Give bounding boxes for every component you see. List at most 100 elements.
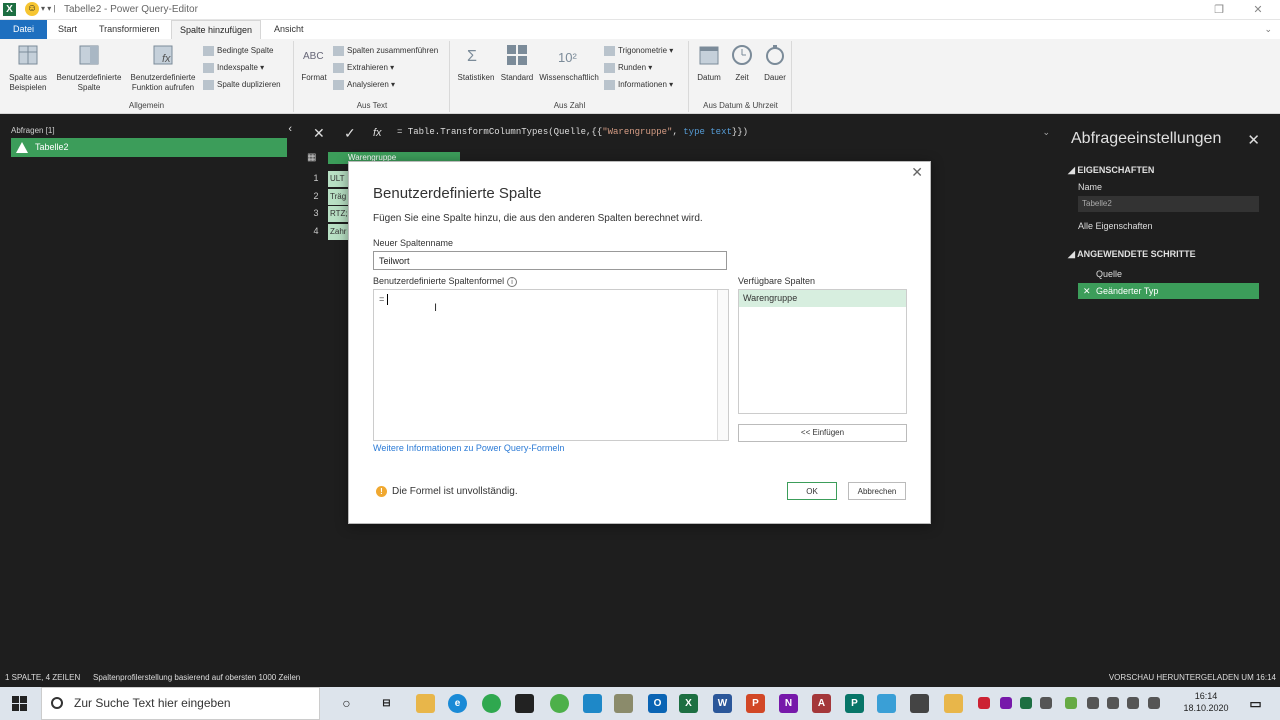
cortana-icon[interactable]: ○ (337, 694, 356, 713)
close-window-icon[interactable]: ✕ (1250, 2, 1266, 18)
app-icon[interactable] (614, 694, 633, 713)
parse-button[interactable]: Analysieren ▾ (333, 78, 395, 92)
publisher-icon[interactable]: P (845, 694, 864, 713)
ok-button[interactable]: OK (787, 482, 837, 500)
taskbar-clock[interactable]: 16:14 18.10.2020 (1181, 690, 1231, 714)
scientific-label: Wissenschaftlich (539, 73, 599, 82)
extract-icon (333, 62, 344, 73)
date-button[interactable]: Datum (694, 43, 724, 83)
notifications-icon[interactable]: ▭ (1246, 694, 1265, 713)
chrome-icon[interactable] (482, 694, 501, 713)
status-bar: 1 SPALTE, 4 ZEILEN Spaltenprofilerstellu… (0, 668, 1280, 687)
restore-icon[interactable]: ❐ (1211, 2, 1227, 18)
extract-button[interactable]: Extrahieren ▾ (333, 61, 394, 75)
app-icon[interactable] (877, 694, 896, 713)
file-explorer-icon[interactable] (416, 694, 435, 713)
tab-ansicht[interactable]: Ansicht (266, 20, 312, 39)
stopwatch-icon (766, 45, 784, 65)
cancel-button[interactable]: Abbrechen (848, 482, 906, 500)
delete-step-icon[interactable]: ✕ (1083, 283, 1091, 299)
status-profiling[interactable]: Spaltenprofilerstellung basierend auf ob… (93, 668, 300, 687)
ribbon: Spalte aus Beispielen Benutzerdefinierte… (0, 39, 1280, 114)
tray-icon[interactable] (1087, 697, 1099, 709)
outlook-icon[interactable]: O (648, 694, 667, 713)
collapse-panel-icon[interactable]: ‹ (288, 123, 292, 135)
conditional-column-button[interactable]: Bedingte Spalte (203, 44, 274, 58)
custom-formula-editor[interactable]: = (373, 289, 729, 441)
custom-column-button[interactable]: Benutzerdefinierte Spalte (53, 43, 125, 93)
query-name-field[interactable]: Tabelle2 (1078, 196, 1259, 212)
query-item-tabelle2[interactable]: Tabelle2 (11, 138, 287, 157)
task-view-icon[interactable]: ⊟ (377, 694, 396, 713)
tray-icon[interactable] (1000, 697, 1012, 709)
word-icon[interactable]: W (713, 694, 732, 713)
app-icon[interactable] (910, 694, 929, 713)
windows-start-icon[interactable] (12, 696, 27, 711)
available-columns-label: Verfügbare Spalten (738, 276, 816, 286)
column-from-examples-button[interactable]: Spalte aus Beispielen (4, 43, 52, 93)
all-properties-link[interactable]: Alle Eigenschaften (1078, 221, 1153, 231)
onenote-icon[interactable]: N (779, 694, 798, 713)
format-button[interactable]: ABC Format (297, 43, 331, 83)
store-icon[interactable] (515, 694, 534, 713)
excel-taskbar-icon[interactable]: X (679, 694, 698, 713)
applied-steps-header[interactable]: ◢ ANGEWENDETE SCHRITTE (1068, 249, 1196, 260)
formula-scrollbar[interactable] (717, 290, 728, 440)
rounding-button[interactable]: Runden ▾ (604, 61, 652, 75)
fx-icon[interactable]: fx (373, 127, 382, 139)
trigonometry-button[interactable]: Trigonometrie ▾ (604, 44, 673, 58)
app-icon[interactable] (550, 694, 569, 713)
close-settings-icon[interactable]: ✕ (1247, 131, 1260, 149)
formula-text[interactable]: = Table.TransformColumnTypes(Quelle,{{"W… (397, 127, 1037, 141)
properties-header[interactable]: ◢ EIGENSCHAFTEN (1068, 165, 1154, 176)
edge-icon[interactable]: e (448, 694, 467, 713)
insert-button[interactable]: << Einfügen (738, 424, 907, 442)
standard-button[interactable]: Standard (498, 43, 536, 83)
info-icon[interactable]: i (507, 277, 518, 287)
learn-more-link[interactable]: Weitere Informationen zu Power Query-For… (373, 443, 564, 453)
tab-spalte-hinzufuegen[interactable]: Spalte hinzufügen (171, 20, 262, 39)
close-dialog-icon[interactable]: ✕ (911, 164, 923, 181)
step-item[interactable]: Quelle (1078, 266, 1259, 282)
standard-label: Standard (500, 73, 534, 82)
network-icon[interactable] (1107, 697, 1119, 709)
duration-button[interactable]: Dauer (760, 43, 790, 83)
scientific-button[interactable]: 10² Wissenschaftlich (537, 43, 601, 83)
tray-icon[interactable] (978, 697, 990, 709)
tray-icon[interactable] (1040, 697, 1052, 709)
tab-start[interactable]: Start (50, 20, 85, 39)
ribbon-collapse-icon[interactable]: ⌄ (1264, 24, 1272, 35)
tab-datei[interactable]: Datei (0, 20, 47, 39)
tab-transformieren[interactable]: Transformieren (91, 20, 168, 39)
table-menu-icon[interactable]: ▦ (307, 152, 316, 163)
invoke-function-button[interactable]: fx Benutzerdefinierte Funktion aufrufen (127, 43, 199, 93)
step-item-active[interactable]: ✕ Geänderter Typ (1078, 283, 1259, 299)
keyboard-icon[interactable] (1148, 697, 1160, 709)
cancel-formula-icon[interactable]: ✕ (313, 125, 325, 142)
expand-formula-icon[interactable]: ⌄ (1042, 127, 1050, 138)
tray-icon[interactable] (1065, 697, 1077, 709)
time-button[interactable]: Zeit (727, 43, 757, 83)
volume-icon[interactable] (1127, 697, 1139, 709)
access-icon[interactable]: A (812, 694, 831, 713)
duplicate-column-button[interactable]: Spalte duplizieren (203, 78, 281, 92)
statistics-button[interactable]: Σ Statistiken (455, 43, 497, 83)
smiley-icon[interactable]: ☺ (25, 2, 39, 16)
group-label-allgemein: Allgemein (128, 101, 165, 110)
information-button[interactable]: Informationen ▾ (604, 78, 673, 92)
tray-icon[interactable] (1020, 697, 1032, 709)
merge-columns-button[interactable]: Spalten zusammenführen (333, 44, 438, 58)
powerpoint-icon[interactable]: P (746, 694, 765, 713)
title-bar: X ☺ ▾ ▾ | Tabelle2 - Power Query-Editor … (0, 0, 1280, 20)
formula-bar: ✕ ✓ fx = Table.TransformColumnTypes(Quel… (299, 115, 1058, 152)
taskbar-search[interactable]: Zur Suche Text hier eingeben (41, 687, 320, 720)
custom-column-icon (79, 45, 99, 65)
new-column-name-input[interactable] (373, 251, 727, 270)
format-icon: ABC (303, 51, 324, 62)
list-item[interactable]: Warengruppe (739, 290, 906, 307)
quick-access-dropdown-icon[interactable]: ▾ ▾ | (41, 4, 56, 13)
confirm-formula-icon[interactable]: ✓ (344, 125, 356, 142)
app-icon[interactable] (583, 694, 602, 713)
app-icon[interactable] (944, 694, 963, 713)
index-column-button[interactable]: Indexspalte ▾ (203, 61, 264, 75)
